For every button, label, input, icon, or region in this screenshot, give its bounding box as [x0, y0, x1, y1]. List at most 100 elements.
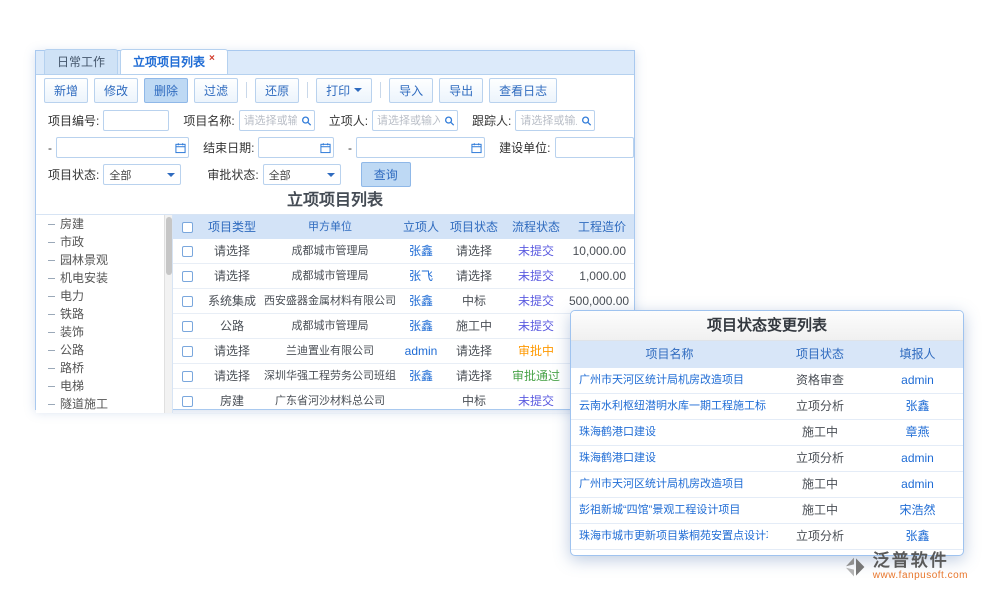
popup-row[interactable]: 珠海鹤港口建设 施工中 章燕 — [571, 420, 963, 446]
popup-reporter-link[interactable]: admin — [872, 472, 963, 497]
cell-unit: 广东省河沙材料总公司 — [263, 389, 397, 413]
calendar-icon[interactable] — [320, 142, 331, 153]
cell-unit: 兰迪置业有限公司 — [263, 339, 397, 363]
cell-flow-status: 审批中 — [503, 339, 569, 363]
popup-status: 立项分析 — [768, 394, 872, 419]
filter-button[interactable]: 过滤 — [194, 78, 238, 103]
logo-url[interactable]: www.fanpusoft.com — [873, 570, 968, 582]
project-table: 项目类型 甲方单位 立项人 项目状态 流程状态 工程造价 请选择 成都城市管理局… — [173, 215, 634, 413]
calendar-icon[interactable] — [175, 142, 186, 153]
cell-creator-link[interactable]: 张鑫 — [397, 364, 445, 388]
start-date-input[interactable] — [56, 137, 189, 158]
popup-reporter-link[interactable]: 张鑫 — [872, 524, 963, 549]
table-row[interactable]: 请选择 兰迪置业有限公司 admin 请选择 审批中 — [173, 339, 634, 364]
add-button[interactable]: 新增 — [44, 78, 88, 103]
search-icon[interactable] — [581, 115, 592, 126]
cell-creator-link[interactable]: 张鑫 — [397, 239, 445, 263]
toolbar-separator — [380, 82, 381, 98]
search-icon[interactable] — [444, 115, 455, 126]
popup-reporter-link[interactable]: 宋浩然 — [872, 498, 963, 523]
popup-reporter-link[interactable]: admin — [872, 368, 963, 393]
cell-creator-link[interactable]: 张鑫 — [397, 289, 445, 313]
popup-row[interactable]: 彭祖新城“四馆”景观工程设计项目 施工中 宋浩然 — [571, 498, 963, 524]
tree-scrollbar[interactable] — [164, 215, 172, 413]
approval-status-select[interactable]: 全部 — [263, 164, 341, 185]
table-row[interactable]: 请选择 成都城市管理局 张飞 请选择 未提交 1,000.00 — [173, 264, 634, 289]
popup-row[interactable]: 云南水利枢纽潜明水库一期工程施工标 立项分析 张鑫 — [571, 394, 963, 420]
delete-button[interactable]: 删除 — [144, 78, 188, 103]
popup-project-link[interactable]: 云南水利枢纽潜明水库一期工程施工标 — [571, 394, 768, 419]
cell-creator-link[interactable]: admin — [397, 339, 445, 363]
import-button[interactable]: 导入 — [389, 78, 433, 103]
tree-item-power[interactable]: 电力 — [36, 287, 172, 305]
popup-row[interactable]: 珠海市城市更新项目紫桐苑安置点设计项目 立项分析 张鑫 — [571, 524, 963, 550]
popup-project-link[interactable]: 珠海鹤港口建设 — [571, 420, 768, 445]
tree-item-bridge[interactable]: 路桥 — [36, 359, 172, 377]
cell-price: 1,000.00 — [569, 264, 632, 288]
project-status-select[interactable]: 全部 — [103, 164, 181, 185]
view-log-button[interactable]: 查看日志 — [489, 78, 557, 103]
cell-type: 请选择 — [201, 364, 263, 388]
tab-close-icon[interactable]: × — [209, 53, 215, 64]
export-button[interactable]: 导出 — [439, 78, 483, 103]
tree-item-elevator[interactable]: 电梯 — [36, 377, 172, 395]
popup-reporter-link[interactable]: 张鑫 — [872, 394, 963, 419]
cell-type: 公路 — [201, 314, 263, 338]
table-row[interactable]: 公路 成都城市管理局 张鑫 施工中 未提交 — [173, 314, 634, 339]
select-all-checkbox[interactable] — [182, 222, 193, 233]
popup-reporter-link[interactable]: admin — [872, 446, 963, 471]
popup-row[interactable]: 珠海鹤港口建设 立项分析 admin — [571, 446, 963, 472]
project-no-input[interactable] — [103, 110, 169, 131]
tab-daily-work[interactable]: 日常工作 — [44, 49, 118, 74]
header-status: 项目状态 — [445, 215, 503, 239]
row-checkbox[interactable] — [182, 371, 193, 382]
cell-unit: 成都城市管理局 — [263, 239, 397, 263]
row-checkbox[interactable] — [182, 396, 193, 407]
cell-status: 请选择 — [445, 339, 503, 363]
tree-item-decoration[interactable]: 装饰 — [36, 323, 172, 341]
row-checkbox[interactable] — [182, 321, 193, 332]
tree-item-mechanical[interactable]: 机电安装 — [36, 269, 172, 287]
search-icon[interactable] — [301, 115, 312, 126]
popup-project-link[interactable]: 广州市天河区统计局机房改造项目 — [571, 368, 768, 393]
popup-project-link[interactable]: 珠海市城市更新项目紫桐苑安置点设计项目 — [571, 524, 768, 549]
tree-item-municipal[interactable]: 市政 — [36, 233, 172, 251]
tab-project-approval-list[interactable]: 立项项目列表× — [120, 49, 228, 74]
table-row[interactable]: 房建 广东省河沙材料总公司 中标 未提交 — [173, 389, 634, 414]
row-checkbox[interactable] — [182, 271, 193, 282]
table-row[interactable]: 请选择 成都城市管理局 张鑫 请选择 未提交 10,000.00 — [173, 239, 634, 264]
popup-project-link[interactable]: 珠海鹤港口建设 — [571, 446, 768, 471]
table-row[interactable]: 请选择 深圳华强工程劳务公司班组 张鑫 请选择 审批通过 — [173, 364, 634, 389]
restore-button[interactable]: 还原 — [255, 78, 299, 103]
tree-item-highway[interactable]: 公路 — [36, 341, 172, 359]
query-button[interactable]: 查询 — [361, 162, 411, 187]
row-checkbox[interactable] — [182, 296, 193, 307]
tree-scrollbar-thumb[interactable] — [166, 217, 172, 275]
cell-creator-link[interactable]: 张鑫 — [397, 314, 445, 338]
filter-panel: 项目编号: 项目名称: 立项人: 跟踪人: - — [36, 105, 634, 190]
tree-item-housing[interactable]: 房建 — [36, 215, 172, 233]
edit-button[interactable]: 修改 — [94, 78, 138, 103]
tree-item-landscape[interactable]: 园林景观 — [36, 251, 172, 269]
date-range-dash: - — [48, 141, 52, 155]
popup-row[interactable]: 广州市天河区统计局机房改造项目 资格审查 admin — [571, 368, 963, 394]
cell-creator-link[interactable] — [397, 389, 445, 413]
row-checkbox[interactable] — [182, 246, 193, 257]
fanpu-logo-icon — [843, 555, 867, 579]
popup-project-link[interactable]: 彭祖新城“四馆”景观工程设计项目 — [571, 498, 768, 523]
popup-reporter-link[interactable]: 章燕 — [872, 420, 963, 445]
table-row[interactable]: 系统集成 西安盛器金属材料有限公司 张鑫 中标 未提交 500,000.00 — [173, 289, 634, 314]
row-checkbox[interactable] — [182, 346, 193, 357]
popup-project-link[interactable]: 广州市天河区统计局机房改造项目 — [571, 472, 768, 497]
cell-creator-link[interactable]: 张飞 — [397, 264, 445, 288]
tree-item-tunnel[interactable]: 隧道施工 — [36, 395, 172, 413]
build-unit-input[interactable] — [555, 137, 634, 158]
calendar-icon[interactable] — [471, 142, 482, 153]
range-date-input[interactable] — [356, 137, 485, 158]
print-button[interactable]: 打印 — [316, 78, 372, 103]
tree-item-railway[interactable]: 铁路 — [36, 305, 172, 323]
popup-row[interactable]: 广州市天河区统计局机房改造项目 施工中 admin — [571, 472, 963, 498]
cell-unit: 成都城市管理局 — [263, 314, 397, 338]
header-unit: 甲方单位 — [263, 215, 397, 239]
cell-unit: 西安盛器金属材料有限公司 — [263, 289, 397, 313]
